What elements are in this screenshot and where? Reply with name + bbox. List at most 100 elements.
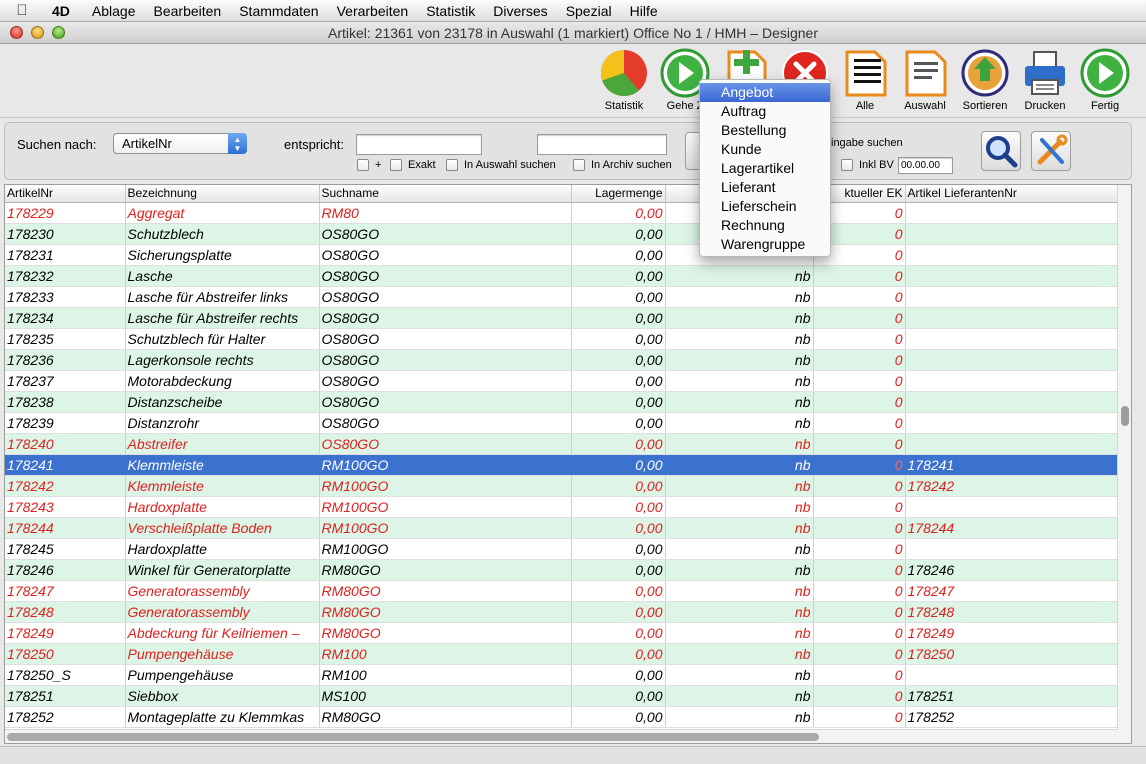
- table-row[interactable]: 178231 Sicherungsplatte OS80GO 0,00 0: [5, 244, 1119, 266]
- cell-suchname: OS80GO: [319, 307, 572, 329]
- cell-aktueller-ek: 0: [813, 412, 906, 434]
- dropdown-item-lagerartikel[interactable]: Lagerartikel: [700, 159, 830, 178]
- vertical-scrollbar[interactable]: [1117, 185, 1131, 743]
- alle-button[interactable]: Alle: [835, 48, 895, 112]
- menu-hilfe[interactable]: Hilfe: [622, 3, 668, 19]
- table-row[interactable]: 178248 Generatorassembly RM80GO 0,00 nb 0 1782…: [5, 601, 1119, 623]
- tools-button[interactable]: [1031, 131, 1071, 171]
- menu-app[interactable]: 4D: [44, 3, 84, 19]
- dropdown-item-auftrag[interactable]: Auftrag: [700, 102, 830, 121]
- col-header-lagermenge[interactable]: Lagermenge: [571, 185, 666, 203]
- table-row[interactable]: 178229 Aggregat RM80 0,00 0: [5, 202, 1119, 224]
- dropdown-item-lieferant[interactable]: Lieferant: [700, 178, 830, 197]
- cell-nb: nb: [665, 622, 814, 644]
- dropdown-item-rechnung[interactable]: Rechnung: [700, 216, 830, 235]
- plus-checkbox[interactable]: +: [357, 159, 381, 171]
- table-row[interactable]: 178230 Schutzblech OS80GO 0,00 0: [5, 223, 1119, 245]
- in-auswahl-checkbox[interactable]: In Auswahl suchen: [446, 159, 556, 171]
- table-row[interactable]: 178242 Klemmleiste RM100GO 0,00 nb 0 178242: [5, 475, 1119, 497]
- table-row[interactable]: 178237 Motorabdeckung OS80GO 0,00 nb 0: [5, 370, 1119, 392]
- table-row[interactable]: 178236 Lagerkonsole rechts OS80GO 0,00 nb 0: [5, 349, 1119, 371]
- fertig-button[interactable]: Fertig: [1075, 48, 1135, 112]
- menu-stammdaten[interactable]: Stammdaten: [231, 3, 328, 19]
- menu-bearbeiten[interactable]: Bearbeiten: [146, 3, 232, 19]
- entspricht-input[interactable]: [356, 134, 482, 155]
- horizontal-scroll-thumb[interactable]: [7, 733, 819, 741]
- second-value-input[interactable]: [537, 134, 667, 155]
- table-row[interactable]: 178233 Lasche für Abstreifer links OS80GO 0…: [5, 286, 1119, 308]
- cell-aktueller-ek: 0: [813, 370, 906, 392]
- col-header-suchname[interactable]: Suchname: [319, 185, 572, 203]
- cell-suchname: RM100GO: [319, 538, 572, 560]
- dropdown-item-bestellung[interactable]: Bestellung: [700, 121, 830, 140]
- cell-aktueller-ek: 0: [813, 307, 906, 329]
- cell-lieferantennr: 178241: [905, 454, 1119, 476]
- cell-lieferantennr: [905, 202, 1119, 224]
- exakt-checkbox-box[interactable]: [390, 159, 402, 171]
- cell-bezeichnung: Pumpengehäuse: [125, 664, 320, 686]
- cell-lagermenge: 0,00: [571, 685, 666, 707]
- horizontal-scrollbar[interactable]: [5, 729, 1118, 743]
- cell-artikelnr: 178229: [5, 202, 126, 224]
- dropdown-item-lieferschein[interactable]: Lieferschein: [700, 197, 830, 216]
- in-auswahl-label: In Auswahl suchen: [464, 159, 556, 171]
- table-row[interactable]: 178244 Verschleißplatte Boden RM100GO 0,00 n…: [5, 517, 1119, 539]
- cell-nb: nb: [665, 601, 814, 623]
- cell-suchname: RM100GO: [319, 517, 572, 539]
- table-row[interactable]: 178241 Klemmleiste RM100GO 0,00 nb 0 178241: [5, 454, 1119, 476]
- table-row[interactable]: 178240 Abstreifer OS80GO 0,00 nb 0: [5, 433, 1119, 455]
- table-row[interactable]: 178250 Pumpengehäuse RM100 0,00 nb 0 178250: [5, 643, 1119, 665]
- menu-diverses[interactable]: Diverses: [485, 3, 557, 19]
- cell-lieferantennr: [905, 307, 1119, 329]
- table-row[interactable]: 178249 Abdeckung für Keilriemen – RM80GO 0,…: [5, 622, 1119, 644]
- menu-verarbeiten[interactable]: Verarbeiten: [329, 3, 419, 19]
- table-row[interactable]: 178238 Distanzscheibe OS80GO 0,00 nb 0: [5, 391, 1119, 413]
- auswahl-button[interactable]: Auswahl: [895, 48, 955, 112]
- col-header-lieferantennr[interactable]: Artikel LieferantenNr: [905, 185, 1119, 203]
- cell-nb: nb: [665, 496, 814, 518]
- sortieren-button[interactable]: Sortieren: [955, 48, 1015, 112]
- table-row[interactable]: 178239 Distanzrohr OS80GO 0,00 nb 0: [5, 412, 1119, 434]
- cell-nb: nb: [665, 580, 814, 602]
- table-row[interactable]: 178245 Hardoxplatte RM100GO 0,00 nb 0: [5, 538, 1119, 560]
- bv-date-input[interactable]: 00.00.00: [898, 157, 953, 174]
- menu-spezial[interactable]: Spezial: [558, 3, 622, 19]
- cell-lagermenge: 0,00: [571, 433, 666, 455]
- search-field-popup[interactable]: ArtikelNr ▲ ▼: [113, 133, 247, 154]
- dropdown-item-angebot[interactable]: Angebot: [700, 83, 830, 102]
- col-header-bezeichnung[interactable]: Bezeichnung: [125, 185, 320, 203]
- in-archiv-checkbox-box[interactable]: [573, 159, 585, 171]
- cell-aktueller-ek: 0: [813, 559, 906, 581]
- dropdown-item-warengruppe[interactable]: Warengruppe: [700, 235, 830, 254]
- drucken-button[interactable]: Drucken: [1015, 48, 1075, 112]
- table-row[interactable]: 178232 Lasche OS80GO 0,00 nb 0: [5, 265, 1119, 287]
- plus-checkbox-box[interactable]: [357, 159, 369, 171]
- table-row[interactable]: 178234 Lasche für Abstreifer rechts OS80GO…: [5, 307, 1119, 329]
- table-row[interactable]: 178251 Siebbox MS100 0,00 nb 0 178251: [5, 685, 1119, 707]
- entspricht-label: entspricht:: [284, 137, 344, 152]
- search-button[interactable]: [981, 131, 1021, 171]
- in-auswahl-checkbox-box[interactable]: [446, 159, 458, 171]
- table-row[interactable]: 178247 Generatorassembly RM80GO 0,00 nb 0 1782…: [5, 580, 1119, 602]
- table-row[interactable]: 178252 Montageplatte zu Klemmkas RM80GO 0,0…: [5, 706, 1119, 728]
- menu-ablage[interactable]: Ablage: [84, 3, 146, 19]
- table-row[interactable]: 178246 Winkel für Generatorplatte RM80GO 0,…: [5, 559, 1119, 581]
- exakt-checkbox[interactable]: Exakt: [390, 159, 436, 171]
- menu-statistik[interactable]: Statistik: [418, 3, 485, 19]
- apple-menu-icon[interactable]: : [0, 2, 44, 19]
- cell-nb: nb: [665, 307, 814, 329]
- cell-suchname: RM100GO: [319, 454, 572, 476]
- table-row[interactable]: 178250_S Pumpengehäuse RM100 0,00 nb 0: [5, 664, 1119, 686]
- cell-aktueller-ek: 0: [813, 601, 906, 623]
- statistik-button[interactable]: Statistik: [594, 48, 654, 112]
- cell-aktueller-ek: 0: [813, 517, 906, 539]
- cell-artikelnr: 178247: [5, 580, 126, 602]
- vertical-scroll-thumb[interactable]: [1121, 406, 1129, 426]
- dropdown-item-kunde[interactable]: Kunde: [700, 140, 830, 159]
- inkl-bv-checkbox-box[interactable]: [841, 159, 853, 171]
- inkl-bv-checkbox[interactable]: Inkl BV: [841, 159, 894, 171]
- col-header-artikelnr[interactable]: ArtikelNr: [5, 185, 126, 203]
- table-row[interactable]: 178243 Hardoxplatte RM100GO 0,00 nb 0: [5, 496, 1119, 518]
- table-row[interactable]: 178235 Schutzblech für Halter OS80GO 0,00 nb…: [5, 328, 1119, 350]
- in-archiv-checkbox[interactable]: In Archiv suchen: [573, 159, 672, 171]
